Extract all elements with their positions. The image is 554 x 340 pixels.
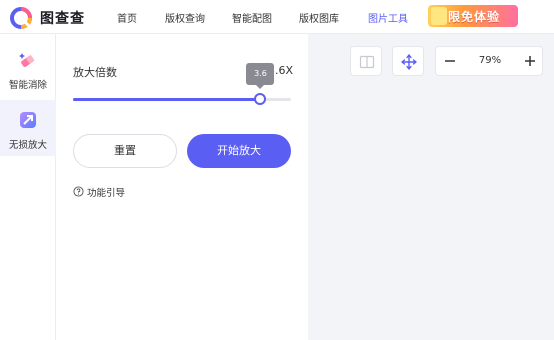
zoom-in-button[interactable] [516,47,544,75]
help-circle-icon [73,186,84,197]
sidebar-item-smart-erase[interactable]: 智能消除 [0,40,56,96]
magic-eraser-icon [19,53,35,67]
gift-icon [431,7,447,25]
promo-label: 限免体验 [448,10,501,24]
slider-tooltip-value: 3.6 [254,69,267,78]
logo-icon [10,7,32,29]
sidebar-item-label: 无损放大 [8,140,47,151]
slider-fill [73,98,261,101]
enlarge-icon [20,112,36,128]
slider-tooltip: 3.6 [246,63,275,89]
scale-label: 放大倍数 [73,66,117,79]
sidebar-item-label: 智能消除 [8,80,47,91]
zoom-level: 79% [478,55,502,66]
brand-name[interactable]: 图查查 [40,8,85,28]
minus-icon [445,60,455,62]
enlarge-settings-panel: 放大倍数 3.6X 3.6 重置 开始放大 功能引导 [56,34,308,340]
tooltip-arrow [256,85,265,89]
compare-icon [359,55,375,69]
zoom-control: 79% [435,46,543,76]
tool-sidebar: 智能消除 无损放大 [0,34,56,340]
start-enlarge-button[interactable]: 开始放大 [187,134,291,168]
nav-item-copyright-gallery[interactable]: 版权图库 [299,10,339,25]
scale-slider[interactable]: 3.6 [73,63,291,105]
top-nav-bar: 图查查 首页 版权查询 智能配图 版权图库 图片工具 限免体验 [0,0,554,34]
sidebar-item-lossless-enlarge[interactable]: 无损放大 [0,100,56,156]
nav-item-image-tools[interactable]: 图片工具 [368,10,408,25]
reset-button[interactable]: 重置 [73,134,177,168]
slider-thumb[interactable] [254,93,267,105]
compare-button[interactable] [350,46,382,76]
nav-item-smart-images[interactable]: 智能配图 [232,10,272,25]
move-button[interactable] [392,46,424,76]
nav-item-home[interactable]: 首页 [117,10,137,25]
nav-item-copyright-search[interactable]: 版权查询 [165,10,205,25]
promo-banner[interactable]: 限免体验 [428,5,518,27]
move-icon [401,54,417,70]
plus-icon [525,56,535,66]
zoom-out-button[interactable] [436,47,464,75]
feature-guide-label: 功能引导 [87,188,126,199]
